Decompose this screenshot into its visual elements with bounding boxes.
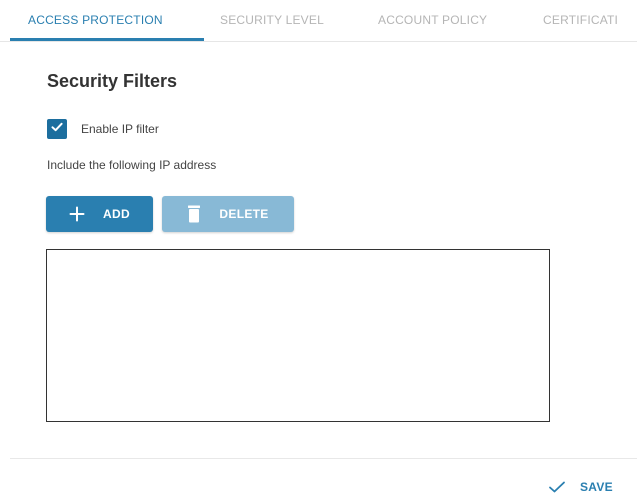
- checkmark-icon: [50, 120, 64, 139]
- tab-account-policy[interactable]: ACCOUNT POLICY: [378, 0, 487, 41]
- tab-certificates[interactable]: CERTIFICATI: [543, 0, 618, 41]
- security-settings-page: ACCESS PROTECTION SECURITY LEVEL ACCOUNT…: [0, 0, 637, 501]
- tab-security-level[interactable]: SECURITY LEVEL: [220, 0, 324, 41]
- add-ip-button[interactable]: ADD: [46, 196, 153, 232]
- ip-filter-checkbox-row: Enable IP filter: [47, 118, 159, 140]
- section-title: Security Filters: [47, 71, 178, 91]
- include-ip-instructions: Include the following IP address: [47, 158, 217, 172]
- delete-button-label: DELETE: [219, 207, 269, 221]
- footer-divider: [10, 458, 637, 459]
- plus-icon: [69, 206, 85, 222]
- tab-access-protection[interactable]: ACCESS PROTECTION: [28, 0, 163, 41]
- enable-ip-filter-label: Enable IP filter: [81, 122, 159, 136]
- active-tab-indicator: [10, 38, 204, 41]
- tab-bar: ACCESS PROTECTION SECURITY LEVEL ACCOUNT…: [0, 0, 637, 42]
- checkmark-icon: [548, 480, 566, 494]
- add-button-label: ADD: [103, 207, 130, 221]
- delete-ip-button[interactable]: DELETE: [162, 196, 294, 232]
- save-button-label: SAVE: [580, 480, 613, 494]
- save-button[interactable]: SAVE: [548, 476, 613, 498]
- trash-icon: [187, 205, 201, 223]
- ip-address-list[interactable]: [46, 249, 550, 422]
- enable-ip-filter-checkbox[interactable]: [47, 119, 67, 139]
